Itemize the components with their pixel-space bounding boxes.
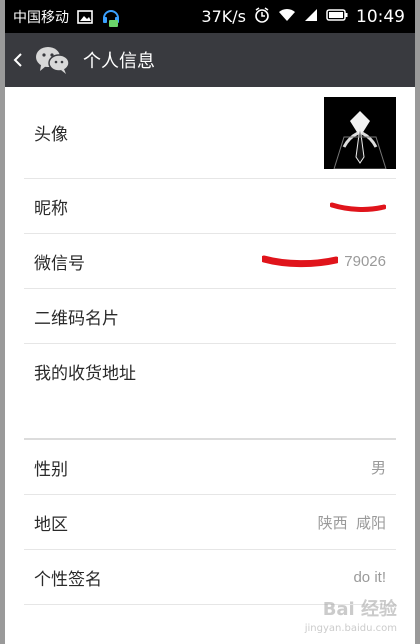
signature-label: 个性签名 — [34, 569, 102, 590]
alarm-icon — [254, 6, 270, 27]
profile-row-gender[interactable]: 性别 男 — [24, 440, 396, 495]
baidu-jingyan-watermark: Bai 经验 jingyan.baidu.com — [305, 595, 397, 634]
wechat-logo-icon[interactable] — [35, 45, 71, 75]
profile-row-wechat-id[interactable]: 微信号 79026 — [24, 234, 396, 289]
profile-list: 头像 昵称 微信号 79026 二维码名片 我的收货地址 性别 男 地区 陕西 … — [5, 87, 415, 644]
wechat-id-label: 微信号 — [34, 253, 85, 274]
phone-screen: 中国移动 37K/s 10:49 个人信息 头像 昵称 微信号 79026 二维… — [5, 0, 415, 644]
redaction-mark — [330, 202, 386, 212]
redaction-mark — [262, 255, 338, 268]
image-icon — [77, 9, 93, 24]
signature-value: do it! — [353, 568, 386, 586]
region-value: 陕西 咸阳 — [317, 514, 386, 532]
carrier-name: 中国移动 — [13, 9, 69, 26]
gender-value: 男 — [370, 459, 386, 477]
address-label: 我的收货地址 — [34, 363, 136, 384]
gender-label: 性别 — [34, 459, 68, 480]
profile-row-avatar[interactable]: 头像 — [24, 87, 396, 179]
network-speed: 37K/s — [201, 7, 246, 26]
qrcode-label: 二维码名片 — [34, 308, 119, 329]
clock-time: 10:49 — [356, 6, 405, 27]
profile-row-qrcode[interactable]: 二维码名片 — [24, 289, 396, 344]
back-icon[interactable] — [13, 52, 27, 68]
region-label: 地区 — [34, 514, 68, 535]
title-bar: 个人信息 — [5, 33, 415, 87]
headset-icon — [101, 6, 121, 28]
page-title: 个人信息 — [83, 51, 155, 72]
nickname-label: 昵称 — [34, 198, 68, 219]
profile-row-address[interactable]: 我的收货地址 — [24, 344, 396, 398]
section-gap — [5, 398, 415, 438]
profile-row-region[interactable]: 地区 陕西 咸阳 — [24, 495, 396, 550]
watermark-main: Bai 经验 — [322, 599, 397, 620]
wechat-id-value: 79026 — [344, 252, 386, 270]
watermark-sub: jingyan.baidu.com — [304, 623, 397, 634]
signal-icon — [304, 8, 318, 26]
avatar-label: 头像 — [34, 125, 68, 145]
avatar[interactable] — [324, 96, 396, 169]
battery-icon — [326, 8, 348, 25]
profile-row-nickname[interactable]: 昵称 — [24, 179, 396, 234]
status-bar: 中国移动 37K/s 10:49 — [5, 0, 415, 33]
wifi-icon — [278, 8, 296, 26]
